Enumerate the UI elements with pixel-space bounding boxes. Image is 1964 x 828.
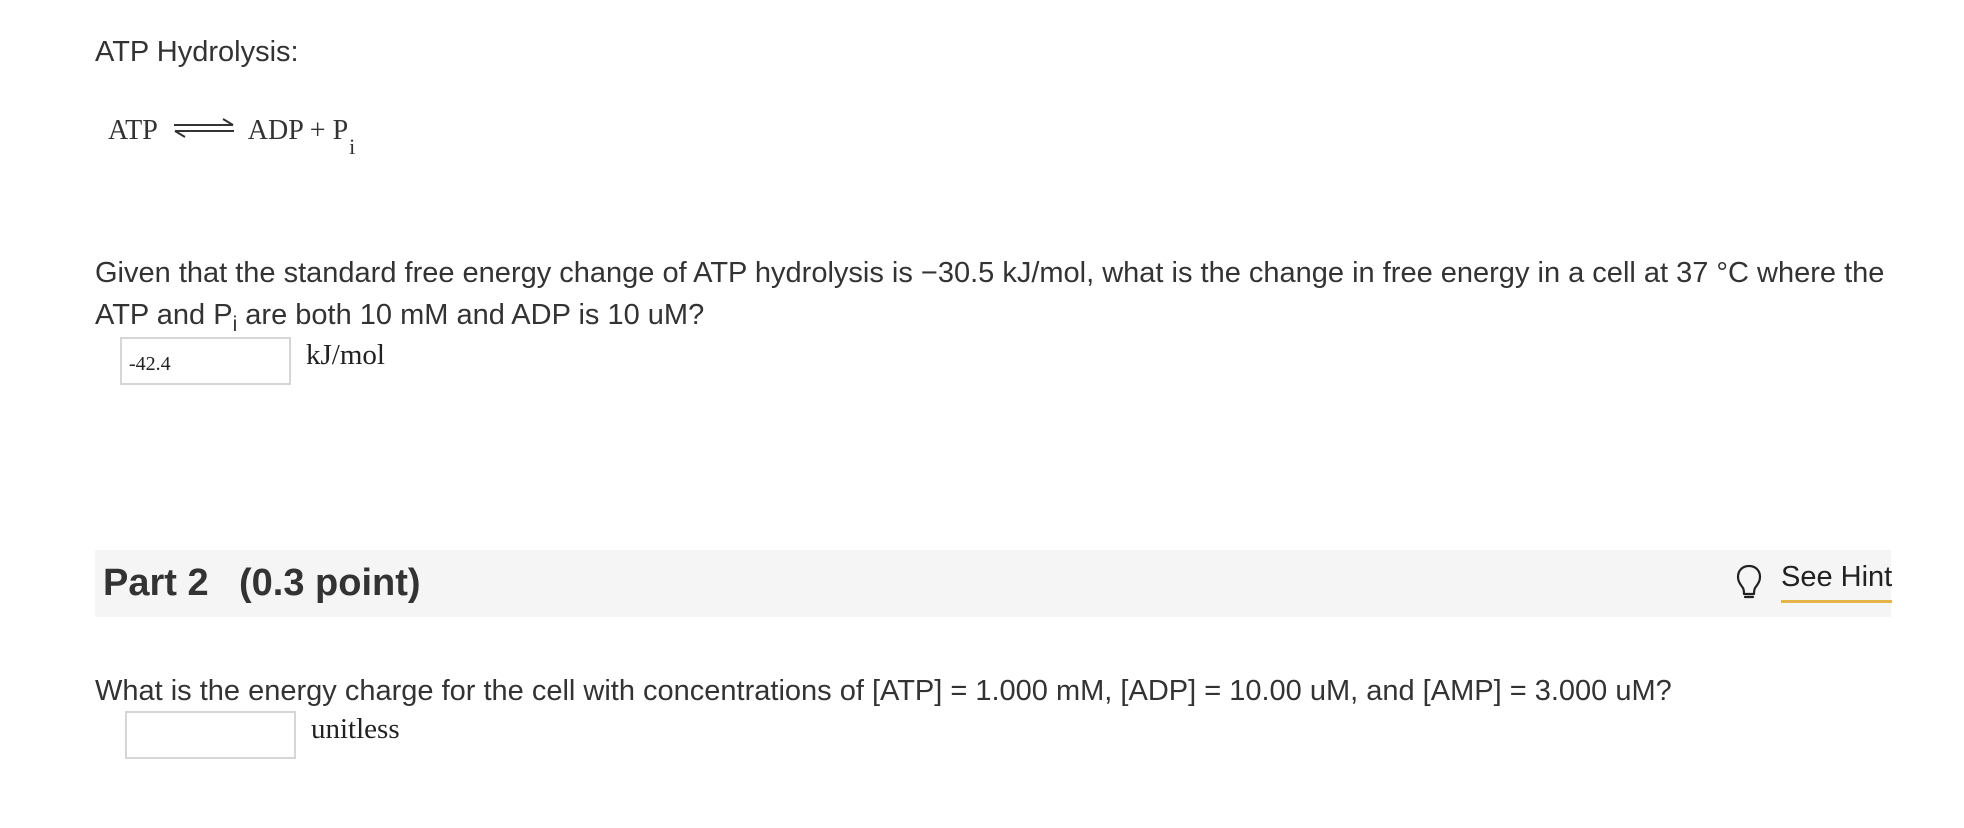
part2-question: What is the energy charge for the cell w… xyxy=(95,675,1672,707)
part1-question: Given that the standard free energy chan… xyxy=(95,252,1915,339)
part1-question-line2-pre: ATP and P xyxy=(95,299,233,331)
part1-question-line2-sub: i xyxy=(232,313,238,336)
part2-label: Part 2 xyxy=(103,562,209,604)
part2-unit-label: unitless xyxy=(311,713,400,745)
reaction-products-subscript: i xyxy=(349,134,356,159)
see-hint-link[interactable]: See Hint xyxy=(1781,561,1893,603)
equilibrium-arrow-icon xyxy=(172,115,236,147)
section-title: ATP Hydrolysis: xyxy=(95,36,299,68)
part1-answer-input[interactable]: -42.4 xyxy=(120,337,291,385)
reaction-reactant: ATP xyxy=(108,115,158,146)
lightbulb-icon[interactable] xyxy=(1735,564,1763,600)
part1-question-line1: Given that the standard free energy chan… xyxy=(95,257,1885,289)
part2-answer-input[interactable] xyxy=(125,711,296,759)
reaction-products: ADP + P xyxy=(247,115,349,146)
part1-unit-label: kJ/mol xyxy=(306,339,385,371)
reaction-equation: ATP ADP + Pi xyxy=(108,115,355,159)
part2-points: (0.3 point) xyxy=(239,562,421,604)
part1-question-line2-post: are both 10 mM and ADP is 10 uM? xyxy=(237,299,705,331)
